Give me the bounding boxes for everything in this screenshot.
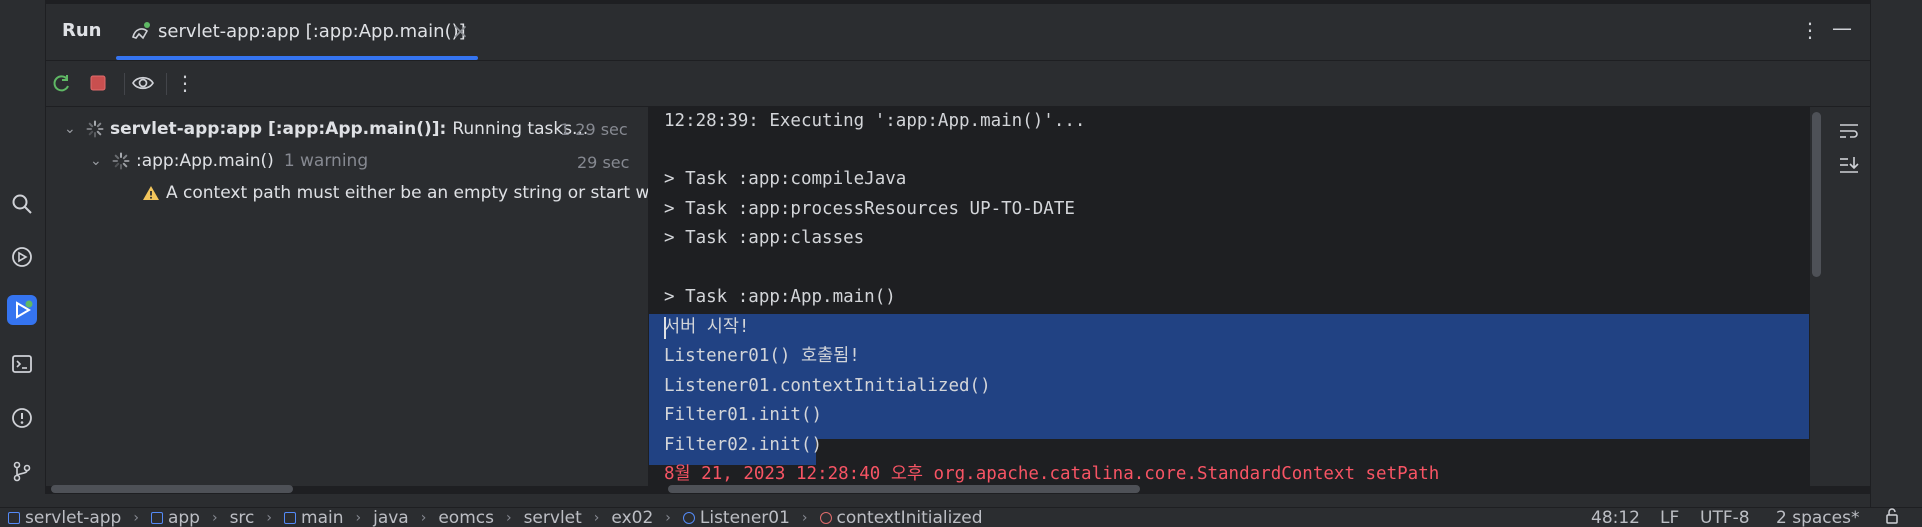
run-toolbar: ⋮ <box>46 61 1870 107</box>
breadcrumb-separator: › <box>211 510 218 526</box>
problems-icon[interactable] <box>7 403 37 433</box>
stop-icon[interactable] <box>85 70 111 96</box>
text-caret <box>664 317 666 339</box>
scrollbar-gutter <box>0 494 1922 507</box>
right-tool-strip <box>1870 0 1922 507</box>
run-tool-title: Run <box>62 20 102 41</box>
breadcrumb-separator: › <box>133 510 139 526</box>
module-icon <box>8 512 20 524</box>
gradle-run-icon <box>130 21 152 47</box>
console-line: 12:28:39: Executing ':app:App.main()'... <box>664 111 1086 131</box>
rerun-icon[interactable] <box>49 70 75 96</box>
top-strip <box>46 0 1870 4</box>
breadcrumb-item[interactable]: Listener01 <box>682 508 790 527</box>
breadcrumb-item[interactable]: servlet-app <box>8 508 121 527</box>
tree-root-name: servlet-app:app [:app:App.main()]: <box>110 119 447 139</box>
tree-child-note: 1 warning <box>283 151 369 171</box>
caret-position[interactable]: 48:12 <box>1591 508 1640 527</box>
status-bar: servlet-app › app › src › main › java › … <box>0 507 1922 527</box>
breadcrumb-separator: › <box>593 510 600 526</box>
tree-root-duration: 1 29 sec <box>560 120 628 139</box>
breadcrumb-item[interactable]: java <box>373 508 409 527</box>
console-error-line: 8월 21, 2023 12:28:40 오후 org.apache.catal… <box>664 464 1440 484</box>
console-line: Filter01.init() <box>664 405 823 425</box>
breadcrumb-item[interactable]: app <box>150 508 200 527</box>
breadcrumb-item[interactable]: contextInitialized <box>819 508 983 527</box>
breadcrumb-item[interactable]: eomcs <box>438 508 494 527</box>
breadcrumb-separator: › <box>665 510 671 526</box>
console-line: Listener01.contextInitialized() <box>664 376 991 396</box>
toolbar-more-icon[interactable]: ⋮ <box>172 70 198 96</box>
indent-setting[interactable]: 2 spaces* <box>1776 508 1859 527</box>
breadcrumb: servlet-app › app › src › main › java › … <box>8 508 983 527</box>
active-tab-indicator <box>116 56 478 60</box>
tab-servlet-app[interactable]: servlet-app:app [:app:App.main()] × <box>116 4 478 60</box>
breadcrumb-item[interactable]: main <box>284 508 344 527</box>
eye-icon[interactable] <box>130 70 156 96</box>
tree-child-row[interactable]: ⌄ :app:App.main() 1 warning <box>90 146 368 176</box>
module-icon <box>150 512 163 524</box>
tab-label: servlet-app:app [:app:App.main()] <box>158 21 466 42</box>
console-line: > Task :app:compileJava <box>664 169 907 189</box>
breadcrumb-separator: › <box>801 510 808 526</box>
tree-child-name: :app:App.main() <box>136 151 274 171</box>
breadcrumb-separator: › <box>420 510 427 526</box>
folder-icon <box>284 512 297 524</box>
line-ending[interactable]: LF <box>1660 508 1679 527</box>
build-tree: ⌄ servlet-app:app [:app:App.main()]: Run… <box>46 107 648 486</box>
console-line: > Task :app:processResources UP-TO-DATE <box>664 199 1075 219</box>
tree-child-duration: 29 sec <box>577 153 630 172</box>
breadcrumb-item[interactable]: servlet <box>524 508 582 527</box>
soft-wrap-icon[interactable] <box>1838 121 1862 145</box>
console-output[interactable]: 12:28:39: Executing ':app:App.main()'...… <box>649 107 1809 486</box>
class-icon <box>682 512 695 524</box>
breadcrumb-separator: › <box>355 510 362 526</box>
run-tool-icon[interactable] <box>7 295 37 325</box>
breadcrumb-item[interactable]: ex02 <box>611 508 653 527</box>
chevron-down-icon[interactable]: ⌄ <box>64 121 86 137</box>
git-icon[interactable] <box>7 456 37 486</box>
chevron-down-icon[interactable]: ⌄ <box>90 153 112 169</box>
scroll-to-end-icon[interactable] <box>1838 155 1862 179</box>
console-horizontal-scrollbar[interactable] <box>668 485 1140 493</box>
tree-warning-text: A context path must either be an empty s… <box>166 183 648 203</box>
method-icon <box>819 512 832 524</box>
tree-root-row[interactable]: ⌄ servlet-app:app [:app:App.main()]: Run… <box>64 114 588 144</box>
services-icon[interactable] <box>7 242 37 272</box>
spinner-icon <box>86 120 104 138</box>
tree-horizontal-scrollbar[interactable] <box>51 485 293 493</box>
more-options-icon[interactable]: ⋮ <box>1800 18 1820 42</box>
console-line: > Task :app:App.main() <box>664 287 896 307</box>
breadcrumb-item[interactable]: src <box>230 508 255 527</box>
tree-warning-row[interactable]: A context path must either be an empty s… <box>142 178 648 208</box>
console-vertical-scrollbar[interactable] <box>1812 112 1821 277</box>
console-line: Filter02.init() <box>664 435 823 455</box>
console-line: 서버 시작! <box>664 317 750 337</box>
search-icon[interactable] <box>7 189 37 219</box>
file-encoding[interactable]: UTF-8 <box>1700 508 1750 527</box>
close-tab-icon[interactable]: × <box>452 19 469 43</box>
toolbar-separator <box>124 73 125 95</box>
breadcrumb-separator: › <box>505 510 512 526</box>
console-line: Listener01() 호출됨! <box>664 346 860 366</box>
console-line: > Task :app:classes <box>664 228 865 248</box>
warning-icon <box>143 186 159 200</box>
spinner-icon <box>112 152 130 170</box>
terminal-icon[interactable] <box>7 349 37 379</box>
minimize-icon[interactable]: — <box>1832 16 1852 40</box>
breadcrumb-separator: › <box>266 510 273 526</box>
activity-bar <box>0 0 46 507</box>
toolbar-separator <box>166 73 167 95</box>
lock-icon[interactable] <box>1884 508 1900 527</box>
run-tool-header: Run servlet-app:app [:app:App.main()] × … <box>46 0 1870 61</box>
